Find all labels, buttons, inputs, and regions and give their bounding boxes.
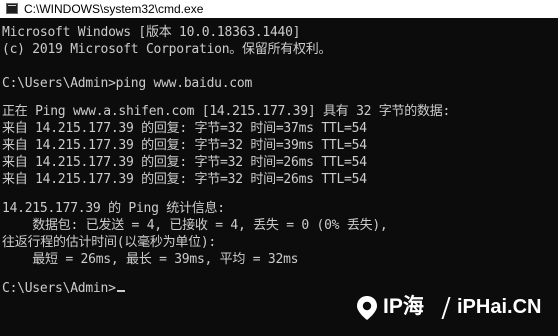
title-bar[interactable]: C:\WINDOWS\system32\cmd.exe bbox=[0, 0, 558, 18]
console-line: 14.215.177.39 的 Ping 统计信息: bbox=[2, 201, 225, 216]
watermark-divider bbox=[441, 297, 451, 319]
console-line: (c) 2019 Microsoft Corporation。保留所有权利。 bbox=[2, 42, 332, 57]
console-line: 数据包: 已发送 = 4, 已接收 = 4, 丢失 = 0 (0% 丢失), bbox=[2, 218, 388, 233]
console-line: 来自 14.215.177.39 的回复: 字节=32 时间=26ms TTL=… bbox=[2, 172, 367, 187]
console-line: 来自 14.215.177.39 的回复: 字节=32 时间=39ms TTL=… bbox=[2, 138, 367, 153]
prompt-text: C:\Users\Admin> bbox=[2, 281, 116, 296]
console-line: Microsoft Windows [版本 10.0.18363.1440] bbox=[2, 25, 301, 40]
console-line: C:\Users\Admin>ping www.baidu.com bbox=[2, 76, 253, 91]
location-pin-icon bbox=[357, 296, 377, 320]
console-line: 来自 14.215.177.39 的回复: 字节=32 时间=37ms TTL=… bbox=[2, 121, 367, 136]
console-output[interactable]: Microsoft Windows [版本 10.0.18363.1440] (… bbox=[0, 20, 558, 336]
watermark-brand: IP海 bbox=[383, 295, 424, 318]
console-line: 来自 14.215.177.39 的回复: 字节=32 时间=26ms TTL=… bbox=[2, 155, 367, 170]
prompt-line[interactable]: C:\Users\Admin> bbox=[2, 281, 125, 297]
console-line: 正在 Ping www.a.shifen.com [14.215.177.39]… bbox=[2, 104, 451, 119]
watermark-site: iPHai.CN bbox=[457, 296, 542, 318]
watermark: IP海 iPHai.CN bbox=[356, 293, 556, 323]
console-line: 往返行程的估计时间(以毫秒为单位): bbox=[2, 235, 216, 250]
cmd-icon bbox=[6, 3, 18, 14]
window-title: C:\WINDOWS\system32\cmd.exe bbox=[24, 2, 204, 16]
text-cursor bbox=[116, 290, 125, 292]
console-line: 最短 = 26ms, 最长 = 39ms, 平均 = 32ms bbox=[2, 252, 299, 267]
